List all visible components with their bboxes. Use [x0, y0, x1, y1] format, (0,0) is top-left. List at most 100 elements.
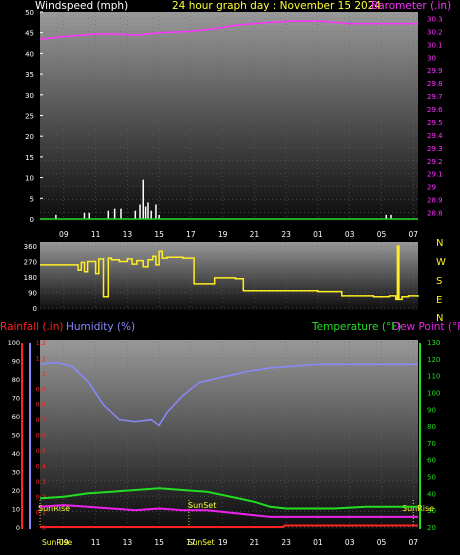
- temperature-tick-label: 40: [427, 490, 436, 498]
- humidity-tick-label: 40: [12, 450, 20, 458]
- wind-direction-chart: 090180270360 NWSEN: [24, 238, 446, 324]
- humidity-tick-label: 70: [12, 395, 20, 403]
- windspeed-tick-label: 20: [25, 133, 34, 141]
- barometer-tick-label: 30.2: [427, 28, 443, 36]
- time-tick-label: 21: [250, 230, 260, 239]
- windspeed-tick-label: 40: [25, 50, 34, 58]
- temperature-tick-label: 60: [427, 457, 436, 465]
- sunset-label: SunSet: [188, 501, 216, 510]
- humidity-tick-label: 100: [8, 339, 20, 347]
- windspeed-tick-label: 25: [25, 113, 34, 121]
- temperature-tick-label: 50: [427, 474, 436, 482]
- barometer-tick-label: 30.3: [427, 15, 443, 23]
- time-tick-label: 05: [377, 230, 387, 239]
- time-tick-label: 15: [154, 230, 164, 239]
- humidity-temp-time-tick-label: 15: [154, 538, 164, 547]
- temperature-legend: Temperature (°F): [311, 321, 401, 333]
- temperature-tick-label: 80: [427, 423, 436, 431]
- time-tick-label: 17: [186, 230, 196, 239]
- rainfall-tick-label: 0.3: [36, 478, 46, 486]
- barometer-tick-label: 29.7: [427, 93, 443, 101]
- barometer-tick-label: 29.8: [427, 80, 443, 88]
- windspeed-tick-label: 5: [30, 195, 34, 203]
- humidity-tick-label: 10: [12, 506, 20, 514]
- time-tick-label: 23: [281, 230, 291, 239]
- rainfall-tick-label: 0.9: [36, 385, 46, 393]
- rainfall-tick-label: 0.7: [36, 416, 46, 424]
- barometer-tick-label: 29.1: [427, 171, 443, 179]
- humidity-tick-label: 90: [12, 358, 20, 366]
- direction-degree-axis: 0 90 180 270 360: [24, 243, 37, 313]
- windspeed-tick-label: 45: [25, 30, 34, 38]
- dewpoint-legend: Dew Point (°F): [392, 321, 460, 333]
- rainfall-tick-label: 0.6: [36, 432, 46, 440]
- windspeed-tick-label: 35: [25, 71, 34, 79]
- humidity-temp-time-tick-label: 03: [345, 538, 355, 547]
- barometer-tick-label: 29.5: [427, 119, 443, 127]
- direction-tick-label: 270: [24, 259, 37, 267]
- compass-label: N: [436, 238, 443, 249]
- direction-tick-label: 90: [28, 290, 37, 298]
- humidity-tick-label: 0: [16, 524, 20, 532]
- graph-title: 24 hour graph day : November 15 2024: [172, 0, 381, 12]
- time-tick-label: 03: [345, 230, 355, 239]
- time-tick-label: 01: [313, 230, 323, 239]
- temperature-tick-label: 120: [427, 356, 440, 364]
- sunrise-axis-label: SunRise: [42, 538, 72, 547]
- sunset-axis-label: SunSet: [188, 538, 215, 547]
- direction-tick-label: 360: [24, 243, 37, 251]
- windspeed-tick-label: 30: [25, 92, 34, 100]
- barometer-tick-label: 28.9: [427, 197, 443, 205]
- barometer-tick-label: 30: [427, 54, 436, 62]
- humidity-tick-label: 20: [12, 487, 20, 495]
- wind-barometer-plot-area: [40, 12, 418, 221]
- rainfall-tick-label: 0.8: [36, 401, 46, 409]
- barometer-tick-label: 29.9: [427, 67, 443, 75]
- humidity-temp-time-tick-label: 23: [281, 538, 291, 547]
- humidity-tick-label: 30: [12, 469, 20, 477]
- humidity-tick-label: 60: [12, 413, 20, 421]
- time-tick-label: 11: [91, 230, 101, 239]
- barometer-tick-label: 29.2: [427, 158, 443, 166]
- weather-graph: 05101520253035404550 28.828.92929.129.22…: [0, 0, 460, 547]
- windspeed-label: Windspeed (mph): [35, 0, 128, 12]
- temperature-tick-label: 70: [427, 440, 436, 448]
- compass-label: S: [436, 276, 442, 287]
- barometer-axis: 28.8 28.9 29 29.1 29.2 29.3 29.4 29.5 29.6 29.7 29…: [427, 15, 443, 217]
- barometer-tick-label: 29.3: [427, 145, 443, 153]
- time-tick-label: 13: [123, 230, 133, 239]
- rainfall-tick-label: 0.5: [36, 447, 46, 455]
- humidity-axis: 0 10 20 30 40 50 60 70 80 90 100: [8, 339, 20, 532]
- rainfall-tick-label: 1.2: [36, 339, 46, 347]
- humidity-tick-label: 50: [12, 432, 20, 440]
- windspeed-tick-label: 50: [25, 9, 34, 17]
- humidity-temp-time-tick-label: 11: [91, 538, 101, 547]
- direction-tick-label: 180: [24, 274, 37, 282]
- time-tick-label: 07: [408, 230, 418, 239]
- temperature-tick-label: 20: [427, 524, 436, 532]
- compass-label: E: [436, 295, 442, 306]
- humidity-temp-time-tick-label: 13: [123, 538, 133, 547]
- windspeed-tick-label: 15: [25, 154, 34, 162]
- windspeed-tick-label: 10: [25, 175, 34, 183]
- temperature-tick-label: 100: [427, 389, 440, 397]
- temperature-tick-label: 90: [427, 406, 436, 414]
- humidity-legend: Humidity (%): [66, 321, 135, 333]
- wind-barometer-x-axis: 09 11 13 15 17 19 21 23 01 03 05 07: [59, 230, 418, 239]
- humidity-temp-time-tick-label: 07: [408, 538, 418, 547]
- wind-barometer-chart: 05101520253035404550 28.828.92929.129.22…: [25, 9, 443, 239]
- time-tick-label: 19: [218, 230, 228, 239]
- barometer-tick-label: 28.8: [427, 210, 443, 218]
- barometer-tick-label: 29: [427, 184, 436, 192]
- barometer-tick-label: 29.6: [427, 106, 443, 114]
- rainfall-legend: Rainfall (.in): [0, 321, 63, 333]
- humidity-temp-x-axis: 09 11 13 15 17 19 21 23 01 03 05 07: [59, 538, 418, 547]
- humidity-temp-time-tick-label: 05: [377, 538, 387, 547]
- sunrise-label: SunRise: [402, 504, 434, 513]
- barometer-label: Barometer (.in): [371, 0, 451, 12]
- barometer-tick-label: 30.1: [427, 41, 443, 49]
- windspeed-tick-label: 0: [30, 216, 34, 224]
- compass-label: W: [436, 257, 446, 268]
- humidity-tick-label: 80: [12, 376, 20, 384]
- rainfall-tick-label: 0.4: [36, 462, 46, 470]
